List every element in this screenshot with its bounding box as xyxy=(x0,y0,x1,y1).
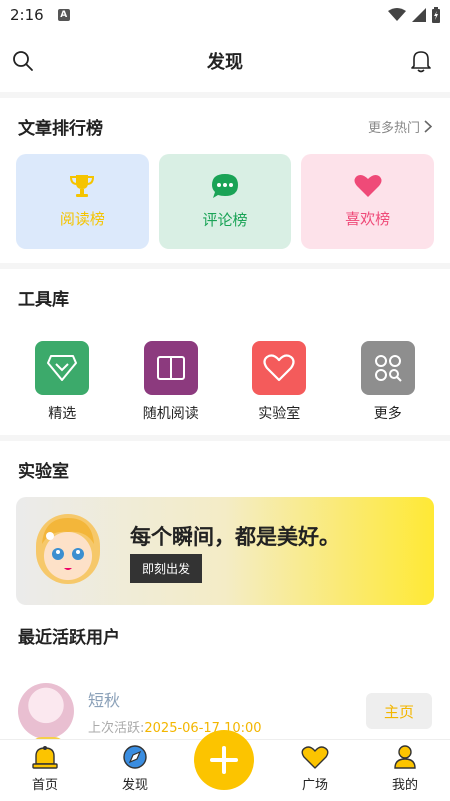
tool-more[interactable]: 更多 xyxy=(334,333,443,435)
anime-avatar-image xyxy=(36,514,100,584)
more-hot-label: 更多热门 xyxy=(367,120,420,136)
nav-discover-label: 发现 xyxy=(121,778,148,793)
trophy-icon xyxy=(70,175,95,197)
tools-section-title: 工具库 xyxy=(18,289,69,310)
rank-cards: 阅读榜 评论榜 喜欢榜 xyxy=(0,154,450,249)
nav-mine-label: 我的 xyxy=(391,778,418,793)
rank-card-comment-label: 评论榜 xyxy=(202,211,248,229)
users-section-header: 最近活跃用户 xyxy=(0,605,450,665)
homepage-button[interactable]: 主页 xyxy=(366,693,432,729)
user-info: 短秋 上次活跃:2025-06-17 10:00 xyxy=(88,687,366,736)
tool-more-label: 更多 xyxy=(373,406,402,422)
tool-featured[interactable]: 精选 xyxy=(8,333,117,435)
tool-random-read-tile xyxy=(143,341,198,395)
notification-a-icon: A xyxy=(57,9,70,21)
tools-section-header: 工具库 xyxy=(0,269,450,325)
tool-lab[interactable]: 实验室 xyxy=(225,333,334,435)
start-now-button[interactable]: 即刻出发 xyxy=(130,554,203,583)
bell-icon[interactable] xyxy=(410,49,432,73)
last-active-prefix: 上次活跃: xyxy=(88,720,145,736)
tool-lab-tile xyxy=(252,341,307,395)
add-post-button[interactable] xyxy=(194,730,254,790)
search-icon[interactable] xyxy=(12,50,34,72)
tool-featured-label: 精选 xyxy=(48,406,77,422)
comment-icon xyxy=(212,174,238,198)
page-title: 发现 xyxy=(207,52,243,73)
heart-icon xyxy=(354,175,382,197)
battery-icon xyxy=(432,7,440,23)
bell-home-icon xyxy=(32,746,58,769)
users-section-title: 最近活跃用户 xyxy=(18,627,120,648)
chevron-right-icon xyxy=(424,119,432,133)
nav-home-label: 首页 xyxy=(31,778,58,793)
user-name: 短秋 xyxy=(88,690,121,710)
lab-section-title: 实验室 xyxy=(18,461,69,482)
rank-section-title: 文章排行榜 xyxy=(18,118,103,139)
tools-grid: 精选 随机阅读 实验室 更多 xyxy=(0,325,450,435)
lab-banner[interactable]: 每个瞬间，都是美好。 即刻出发 xyxy=(16,497,434,605)
nav-home[interactable]: 首页 xyxy=(0,740,90,801)
heart-square-icon xyxy=(301,746,329,769)
diamond-icon xyxy=(47,355,78,381)
status-time: 2:16 xyxy=(10,6,44,24)
tool-featured-tile xyxy=(35,341,90,395)
status-icons xyxy=(388,7,440,23)
more-grid-icon xyxy=(374,355,402,382)
lab-slogan: 每个瞬间，都是美好。 xyxy=(130,525,340,549)
tool-lab-label: 实验室 xyxy=(258,406,301,422)
nav-square-label: 广场 xyxy=(301,778,328,793)
heart-outline-icon xyxy=(263,354,295,382)
discover-page: 2:16 A 发现 文章排行榜 更多热门 阅读榜 评论榜 喜欢榜 工具库 精选 … xyxy=(0,0,450,801)
rank-card-read-label: 阅读榜 xyxy=(59,210,105,228)
nav-discover[interactable]: 发现 xyxy=(90,740,180,801)
rank-card-like[interactable]: 喜欢榜 xyxy=(301,154,435,249)
nav-square[interactable]: 广场 xyxy=(270,740,360,801)
compass-icon xyxy=(123,745,147,769)
tool-more-tile xyxy=(360,341,415,395)
status-bar: 2:16 A xyxy=(0,0,450,30)
rank-card-read[interactable]: 阅读榜 xyxy=(16,154,149,249)
lab-section-header: 实验室 xyxy=(0,441,450,497)
tool-random-read[interactable]: 随机阅读 xyxy=(117,333,226,435)
anime-face-icon xyxy=(42,518,94,570)
nav-mine[interactable]: 我的 xyxy=(360,740,450,801)
rank-card-comment[interactable]: 评论榜 xyxy=(158,154,292,249)
rank-section-header: 文章排行榜 更多热门 xyxy=(0,98,450,154)
last-active-time: 2025-06-17 10:00 xyxy=(144,720,262,736)
top-header: 发现 xyxy=(0,30,450,92)
user-icon xyxy=(394,745,416,769)
tool-random-read-label: 随机阅读 xyxy=(142,406,199,422)
book-icon xyxy=(156,356,185,380)
avatar xyxy=(18,683,74,739)
plus-icon xyxy=(210,746,238,774)
rank-card-like-label: 喜欢榜 xyxy=(345,210,391,228)
more-hot-link[interactable]: 更多热门 xyxy=(368,117,432,136)
wifi-icon xyxy=(388,8,406,21)
signal-icon xyxy=(412,8,426,22)
